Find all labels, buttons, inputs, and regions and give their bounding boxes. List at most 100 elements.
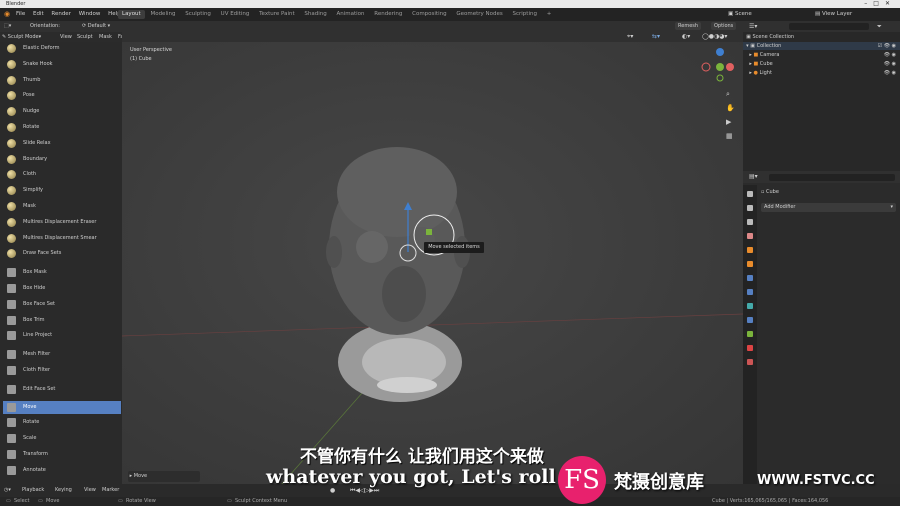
transform-pivot-icon[interactable]: ⌖▾	[627, 33, 633, 41]
outliner-row-scene-collection[interactable]: ▣ Scene Collection	[743, 33, 900, 41]
tool-transform[interactable]: Transform	[3, 448, 121, 461]
menu-marker[interactable]: Marker	[102, 484, 119, 497]
tool-rotate[interactable]: Rotate	[3, 416, 121, 429]
tab-animation[interactable]: Animation	[332, 10, 368, 19]
tab-modeling[interactable]: Modeling	[146, 10, 179, 19]
tab-compositing[interactable]: Compositing	[408, 10, 450, 19]
menu-edit[interactable]: Edit	[33, 11, 44, 17]
tool-scale[interactable]: Scale	[3, 432, 121, 445]
visibility-icons[interactable]: 👁 ◉	[884, 51, 896, 59]
visibility-icons[interactable]: 👁 ◉	[884, 60, 896, 68]
tab-scripting[interactable]: Scripting	[509, 10, 541, 19]
editor-type-icon[interactable]: ⬚▾	[4, 21, 11, 32]
add-modifier-dropdown[interactable]: Add Modifier ▾	[761, 203, 896, 212]
properties-tab-output-icon[interactable]	[747, 219, 753, 225]
tab-uv-editing[interactable]: UV Editing	[217, 10, 254, 19]
menu-window[interactable]: Window	[79, 11, 101, 17]
zoom-icon[interactable]: ⌕	[726, 87, 735, 101]
tool-snake-hook[interactable]: Snake Hook	[3, 58, 121, 71]
properties-editor-icon[interactable]: ▤▾	[749, 171, 758, 183]
view-layer-selector[interactable]: ▤ View Layer	[815, 8, 852, 21]
timeline-editor-icon[interactable]: ◷▾	[4, 484, 11, 497]
properties-tab-material-icon[interactable]	[747, 359, 753, 365]
visibility-icons[interactable]: ☑ 👁 ◉	[878, 42, 896, 50]
properties-tab-physics-icon[interactable]	[747, 317, 753, 323]
camera-view-icon[interactable]: ▶	[726, 115, 735, 129]
menu-sculpt[interactable]: Sculpt	[77, 32, 93, 42]
blender-logo-icon[interactable]: ◉	[4, 8, 10, 21]
outliner-search-input[interactable]	[789, 23, 869, 30]
tool-box-trim[interactable]: Box Trim	[3, 314, 121, 327]
properties-tab-object-icon[interactable]	[747, 275, 753, 281]
grid-toggle-icon[interactable]: ▦	[726, 129, 735, 143]
properties-tab-render-icon[interactable]	[747, 205, 753, 211]
shading-modes-icon[interactable]: ◯●◑◕▾	[702, 33, 727, 40]
tool-rotate[interactable]: Rotate	[3, 121, 121, 134]
tool-draw-face-sets[interactable]: Draw Face Sets	[3, 247, 121, 260]
properties-tab-data-icon[interactable]	[747, 345, 753, 351]
tool-multires-displacement-smear[interactable]: Multires Displacement Smear	[3, 232, 121, 245]
sculpted-head[interactable]	[326, 147, 470, 402]
tool-line-project[interactable]: Line Project	[3, 329, 121, 342]
tab-rendering[interactable]: Rendering	[370, 10, 406, 19]
tool-mesh-filter[interactable]: Mesh Filter	[3, 348, 121, 361]
navigation-gizmo[interactable]	[700, 47, 740, 82]
last-operator-panel[interactable]: ▸ Move	[128, 471, 200, 482]
pan-hand-icon[interactable]: ✋	[726, 101, 735, 115]
orientation-dropdown[interactable]: ⟳ Default ▾	[82, 21, 110, 32]
menu-view-timeline[interactable]: View	[84, 484, 96, 497]
tab-sculpting[interactable]: Sculpting	[181, 10, 215, 19]
tool-multires-displacement-eraser[interactable]: Multires Displacement Eraser	[3, 216, 121, 229]
symmetry-icon[interactable]: ⇆▾	[652, 33, 660, 40]
menu-view[interactable]: View	[60, 32, 72, 42]
tool-pose[interactable]: Pose	[3, 89, 121, 102]
properties-tab-scene-icon[interactable]	[747, 247, 753, 253]
tool-boundary[interactable]: Boundary	[3, 153, 121, 166]
tool-move[interactable]: Move	[3, 400, 121, 414]
menu-file[interactable]: File	[16, 11, 25, 17]
tool-box-hide[interactable]: Box Hide	[3, 282, 121, 295]
options-dropdown[interactable]: Options	[711, 22, 737, 30]
visibility-icons[interactable]: 👁 ◉	[884, 69, 896, 77]
tool-thumb[interactable]: Thumb	[3, 74, 121, 87]
outliner-editor-icon[interactable]: ☰▾	[749, 21, 757, 32]
outliner-row-camera[interactable]: ▸ ■ Camera 👁 ◉	[743, 51, 900, 59]
tool-nudge[interactable]: Nudge	[3, 105, 121, 118]
sculpt-mode-dropdown[interactable]: ✎ Sculpt Mode▾	[2, 32, 41, 42]
properties-tab-particles-icon[interactable]	[747, 303, 753, 309]
outliner-row-light[interactable]: ▸ ● Light 👁 ◉	[743, 69, 900, 77]
tool-box-mask[interactable]: Box Mask	[3, 266, 121, 279]
menu-render[interactable]: Render	[51, 11, 71, 17]
tool-slide-relax[interactable]: Slide Relax	[3, 137, 121, 150]
tool-box-face-set[interactable]: Box Face Set	[3, 298, 121, 311]
menu-keying[interactable]: Keying	[55, 484, 72, 497]
properties-tab-view-layer-icon[interactable]	[747, 233, 753, 239]
filter-icon[interactable]: ⏷	[877, 21, 882, 32]
tab-geometry-nodes[interactable]: Geometry Nodes	[452, 10, 506, 19]
tool-elastic-deform[interactable]: Elastic Deform	[3, 42, 121, 55]
window-controls[interactable]: –□✕	[864, 0, 896, 8]
overlays-icon[interactable]: ◐▾	[682, 33, 690, 40]
tool-simplify[interactable]: Simplify	[3, 184, 121, 197]
tool-mask[interactable]: Mask	[3, 200, 121, 213]
scene-selector[interactable]: ▣ Scene	[728, 8, 752, 21]
outliner-row-collection[interactable]: ▾ ▣ Collection ☑ 👁 ◉	[743, 42, 900, 50]
3d-viewport[interactable]: User Perspective (1) Cube ⌕ ✋ ▶ ▦	[122, 42, 743, 484]
menu-mask[interactable]: Mask	[99, 32, 112, 42]
menu-playback[interactable]: Playback	[22, 484, 44, 497]
tab-shading[interactable]: Shading	[300, 10, 330, 19]
tool-edit-face-set[interactable]: Edit Face Set	[3, 383, 121, 396]
tool-cloth-filter[interactable]: Cloth Filter	[3, 364, 121, 377]
tab-layout[interactable]: Layout	[118, 10, 145, 19]
properties-tab-tool-icon[interactable]	[747, 191, 753, 197]
properties-tab-modifiers-icon[interactable]	[747, 289, 753, 295]
properties-tab-constraints-icon[interactable]	[747, 331, 753, 337]
properties-search-input[interactable]	[769, 174, 895, 181]
add-workspace-button[interactable]: +	[543, 10, 556, 19]
remesh-dropdown[interactable]: Remesh	[675, 22, 702, 30]
properties-tab-world-icon[interactable]	[747, 261, 753, 267]
tool-cloth[interactable]: Cloth	[3, 168, 121, 181]
tool-annotate[interactable]: Annotate	[3, 464, 121, 477]
outliner-row-cube[interactable]: ▸ ■ Cube 👁 ◉	[743, 60, 900, 68]
tab-texture-paint[interactable]: Texture Paint	[255, 10, 299, 19]
